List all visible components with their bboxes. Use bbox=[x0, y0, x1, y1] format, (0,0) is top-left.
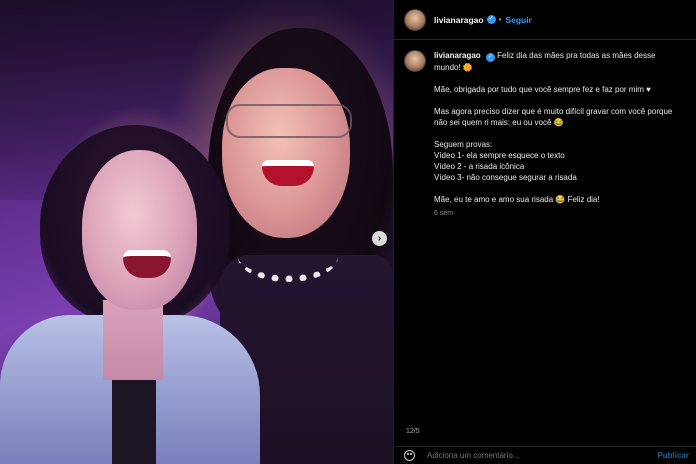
follow-button[interactable]: Seguir bbox=[505, 15, 531, 25]
photo-person-left-face bbox=[82, 150, 197, 310]
publish-button[interactable]: Publicar bbox=[657, 451, 689, 460]
photo-person-right-face bbox=[222, 68, 350, 238]
caption-line-7: Vídeo 3- não consegue segurar a risada bbox=[434, 173, 577, 182]
photo-glasses bbox=[226, 104, 352, 138]
post-header: livianaragao ✓ • Seguir bbox=[394, 0, 696, 40]
chevron-right-icon[interactable]: › bbox=[372, 231, 387, 246]
caption-avatar[interactable] bbox=[404, 50, 426, 72]
comment-input[interactable] bbox=[427, 451, 627, 460]
header-username[interactable]: livianaragao bbox=[434, 15, 484, 25]
post-photo[interactable]: › bbox=[0, 0, 393, 464]
caption-line-4: Seguem provas: bbox=[434, 140, 493, 149]
caption-line-5: Vídeo 1- ela sempre esquece o texto bbox=[434, 151, 565, 160]
comment-bar: Publicar bbox=[394, 446, 696, 464]
separator-dot: • bbox=[498, 15, 502, 24]
photo-person-left-shirt bbox=[112, 380, 156, 464]
caption-line-6: Vídeo 2 - a risada icônica bbox=[434, 162, 525, 171]
photo-person-right-smile bbox=[262, 160, 314, 186]
post-side-panel: livianaragao ✓ • Seguir livianaragao ✓ F… bbox=[393, 0, 696, 464]
caption-line-8: Mãe, eu te amo e amo sua risada 😂 Feliz … bbox=[434, 195, 600, 204]
post-time[interactable]: 6 sem bbox=[434, 208, 684, 219]
caption-line-3: Mas agora preciso dizer que é muito difí… bbox=[434, 107, 673, 127]
verified-badge-icon: ✓ bbox=[486, 15, 496, 24]
photo-pearl-necklace bbox=[238, 232, 338, 282]
caption-line-2: Mãe, obrigada por tudo que você sempre f… bbox=[434, 85, 651, 94]
avatar[interactable] bbox=[404, 8, 426, 31]
emoji-icon[interactable] bbox=[404, 450, 415, 461]
caption-username[interactable]: livianaragao bbox=[434, 51, 481, 60]
caption: livianaragao ✓ Feliz dia das mães pra to… bbox=[394, 40, 696, 219]
photo-person-left-neck bbox=[103, 300, 163, 380]
verified-badge-icon: ✓ bbox=[485, 53, 495, 62]
page-indicator: 12/5 bbox=[406, 428, 420, 435]
caption-body: livianaragao ✓ Feliz dia das mães pra to… bbox=[434, 50, 684, 219]
